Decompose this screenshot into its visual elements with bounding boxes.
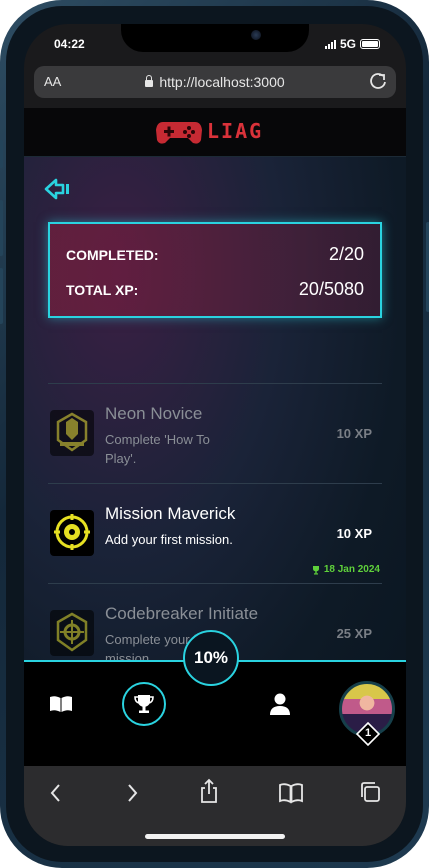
chevron-left-icon[interactable]	[48, 782, 64, 809]
volume-up-button	[0, 200, 3, 256]
achievement-description: Complete 'How To Play'.	[105, 432, 210, 466]
camera	[251, 30, 261, 40]
app-logo[interactable]: LIAG	[155, 116, 263, 146]
trophy-icon	[134, 695, 154, 713]
progress-indicator: 10%	[183, 630, 239, 686]
tabs-icon[interactable]	[358, 780, 382, 809]
status-time: 04:22	[54, 37, 85, 51]
phone-frame: 04:22 5G AA http://localhost:3000 LIAG C…	[0, 0, 429, 868]
reload-icon[interactable]	[368, 71, 388, 96]
completed-label: COMPLETED:	[66, 246, 159, 263]
xp-row: TOTAL XP: 20/5080	[66, 279, 364, 300]
achievement-title: Mission Maverick	[105, 504, 236, 523]
unlock-date: 18 Jan 2024	[311, 564, 380, 575]
user-icon[interactable]	[269, 692, 291, 721]
badge-icon	[50, 410, 94, 461]
side-button	[0, 140, 3, 168]
battery-icon	[360, 39, 381, 49]
level-badge: 1	[355, 721, 381, 747]
achievements-nav-button[interactable]	[122, 682, 166, 726]
badge-icon	[50, 610, 94, 661]
url-text: http://localhost:3000	[159, 74, 285, 90]
signal-icon	[325, 39, 336, 49]
chevron-right-icon[interactable]	[124, 782, 140, 809]
unlock-date-text: 18 Jan 2024	[323, 564, 380, 575]
logo-text: LIAG	[207, 119, 264, 143]
bookmarks-icon[interactable]	[278, 782, 304, 809]
achievement-item[interactable]: Mission Maverick Add your first mission.…	[48, 484, 382, 582]
xp-label: TOTAL XP:	[66, 281, 139, 298]
badge-icon	[50, 510, 94, 561]
notch	[121, 24, 309, 52]
completed-row: COMPLETED: 2/20	[66, 244, 364, 265]
share-icon[interactable]	[199, 778, 219, 809]
achievement-title: Codebreaker Initiate	[105, 604, 259, 623]
back-arrow-icon[interactable]	[44, 178, 70, 205]
address-bar[interactable]: AA http://localhost:3000	[34, 66, 396, 98]
book-icon[interactable]	[49, 695, 73, 718]
xp-value: 20/5080	[298, 279, 364, 299]
achievement-title: Neon Novice	[105, 404, 203, 423]
achievement-description: Add your first mission.	[105, 532, 233, 547]
stats-panel: COMPLETED: 2/20 TOTAL XP: 20/5080	[48, 222, 382, 318]
network-label: 5G	[340, 37, 357, 51]
home-indicator[interactable]	[145, 834, 285, 839]
achievement-item[interactable]: Neon Novice Complete 'How To Play'. 10 X…	[48, 384, 382, 482]
status-indicators: 5G	[325, 37, 381, 51]
browser-toolbar	[24, 766, 406, 846]
level-number: 1	[364, 727, 372, 739]
achievement-xp: 25 XP	[336, 626, 372, 641]
screen: 04:22 5G AA http://localhost:3000 LIAG C…	[24, 24, 406, 846]
volume-down-button	[0, 268, 3, 324]
completed-value: 2/20	[328, 244, 364, 264]
lock-icon	[145, 75, 154, 87]
achievement-xp: 10 XP	[336, 526, 372, 541]
trophy-icon	[312, 565, 319, 574]
url-field[interactable]: http://localhost:3000	[34, 74, 396, 90]
app-header: LIAG	[24, 108, 406, 157]
gamepad-icon	[156, 122, 202, 144]
achievement-xp: 10 XP	[336, 426, 372, 441]
app-viewport: LIAG COMPLETED: 2/20 TOTAL XP: 20/5080 N…	[24, 108, 406, 766]
